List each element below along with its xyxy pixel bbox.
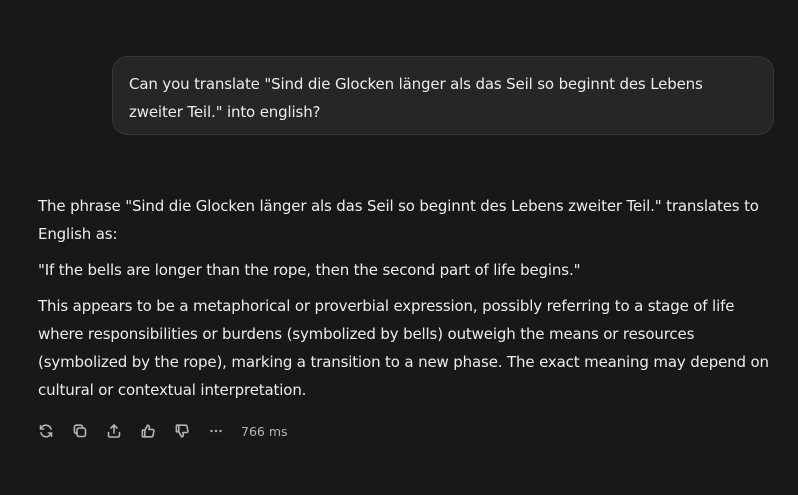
thumbs-up-icon[interactable]: [138, 421, 158, 441]
regenerate-icon[interactable]: [36, 421, 56, 441]
share-icon[interactable]: [104, 421, 124, 441]
user-message-text: Can you translate "Sind die Glocken läng…: [129, 75, 703, 121]
response-paragraph: The phrase "Sind die Glocken länger als …: [38, 197, 759, 243]
more-icon[interactable]: [206, 421, 226, 441]
copy-icon[interactable]: [70, 421, 90, 441]
response-paragraph: This appears to be a metaphorical or pro…: [38, 297, 769, 399]
assistant-response: The phrase "Sind die Glocken länger als …: [38, 192, 778, 404]
response-translation: "If the bells are longer than the rope, …: [38, 261, 581, 279]
thumbs-down-icon[interactable]: [172, 421, 192, 441]
message-actions: 766 ms: [36, 420, 288, 442]
latency-label: 766 ms: [241, 423, 288, 439]
user-message-bubble: Can you translate "Sind die Glocken läng…: [112, 56, 774, 135]
